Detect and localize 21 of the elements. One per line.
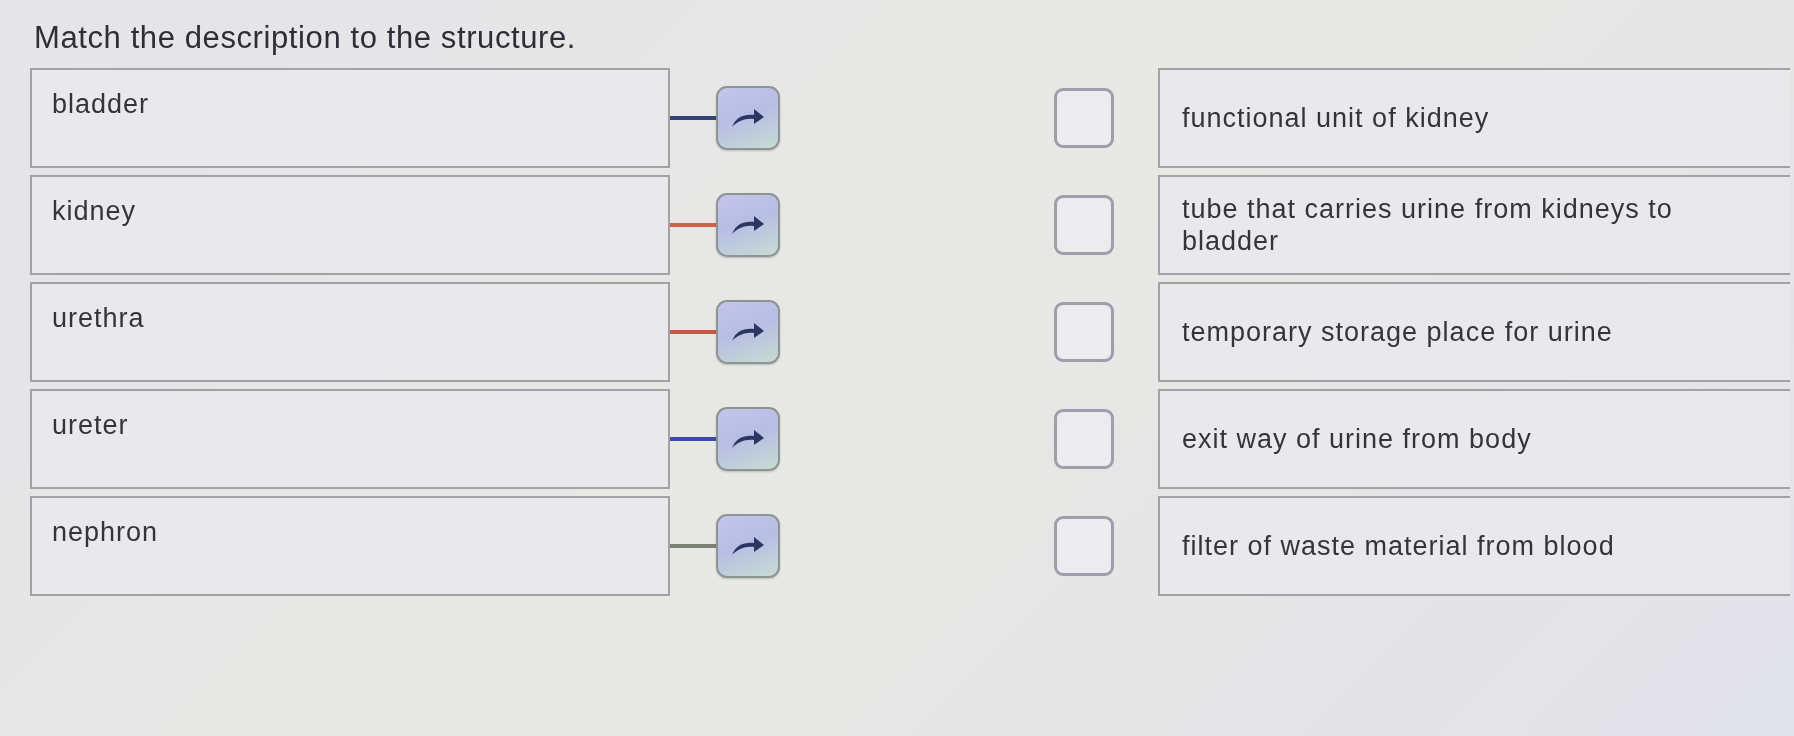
arrow-button[interactable]	[716, 193, 780, 257]
description-text: filter of waste material from blood	[1182, 530, 1615, 562]
term-label: nephron	[52, 516, 159, 548]
term-label: urethra	[52, 302, 145, 334]
arrow-button[interactable]	[716, 86, 780, 150]
description-text: functional unit of kidney	[1182, 102, 1490, 134]
curved-arrow-icon	[731, 215, 765, 235]
curved-arrow-icon	[731, 322, 765, 342]
curved-arrow-icon	[731, 429, 765, 449]
term-label: bladder	[52, 88, 150, 120]
curved-arrow-icon	[731, 108, 765, 128]
description-text: exit way of urine from body	[1182, 423, 1532, 455]
description-text: temporary storage place for urine	[1182, 316, 1613, 348]
arrow-button[interactable]	[716, 300, 780, 364]
term-label: kidney	[52, 195, 137, 227]
arrow-button[interactable]	[716, 407, 780, 471]
description-text: tube that carries urine from kidneys to bladder	[1182, 193, 1674, 257]
arrow-button[interactable]	[716, 514, 780, 578]
term-label: ureter	[52, 409, 129, 441]
curved-arrow-icon	[731, 536, 765, 556]
question-title: Match the description to the structure.	[34, 19, 577, 57]
